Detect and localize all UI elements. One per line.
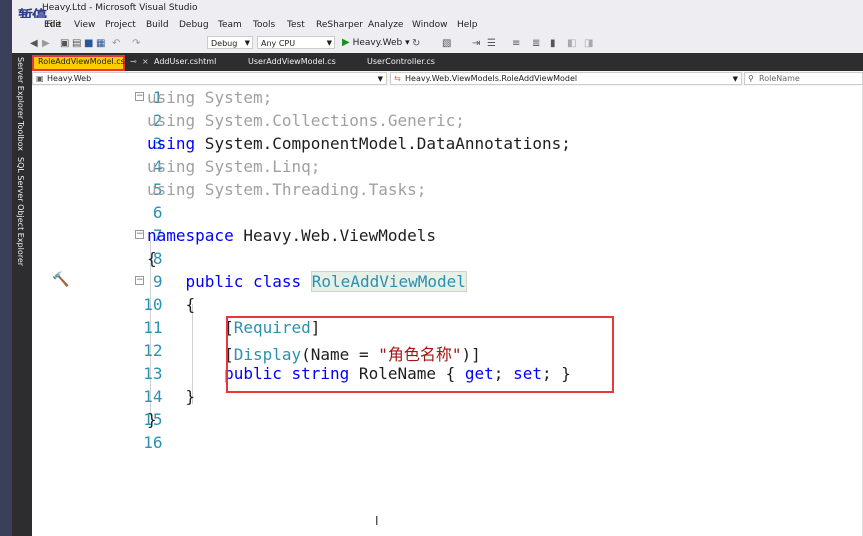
- tab-adduser[interactable]: AddUser.cshtml: [150, 55, 244, 69]
- sql-object-explorer-tab[interactable]: SQL Server Object Explorer: [16, 157, 25, 266]
- menu-resharper[interactable]: ReSharper: [316, 20, 363, 30]
- menu-window[interactable]: Window: [412, 20, 448, 30]
- tab-useraddviewmodel[interactable]: UserAddViewModel.cs: [244, 55, 358, 69]
- property-icon: ⚲: [748, 74, 754, 83]
- menu-build[interactable]: Build: [146, 20, 169, 30]
- code-editor[interactable]: 1 − using System; 2 using System.Collect…: [32, 86, 863, 536]
- menu-edit[interactable]: Edit: [44, 20, 61, 30]
- save-icon[interactable]: ■: [84, 38, 93, 49]
- tab-usercontroller[interactable]: UserController.cs: [363, 55, 467, 69]
- undo-icon[interactable]: ↶: [112, 38, 120, 49]
- desktop-left-strip: [0, 0, 12, 536]
- document-tabs: RoleAddViewModel.cs ⊸ × AddUser.cshtml U…: [32, 53, 863, 71]
- code-line: 4 using System.Linq;: [147, 157, 321, 176]
- class-icon: ⇆: [394, 74, 401, 83]
- tool-sidebar: Server Explorer Toolbox SQL Server Objec…: [12, 53, 32, 536]
- run-button[interactable]: ▶ Heavy.Web ▾: [342, 37, 410, 48]
- code-line: 9 − public class RoleAddViewModel: [135, 271, 467, 292]
- bookmark-next-icon[interactable]: ◨: [584, 38, 593, 49]
- code-line: 2 using System.Collections.Generic;: [147, 111, 465, 130]
- menu-help[interactable]: Help: [457, 20, 478, 30]
- text-cursor-icon: I: [375, 514, 379, 528]
- step-icon[interactable]: ⇥: [472, 38, 480, 49]
- browser-icon[interactable]: ▧: [442, 38, 451, 49]
- code-line: 10 {: [143, 295, 196, 314]
- indent-icon[interactable]: ≡: [512, 38, 520, 49]
- collapse-icon[interactable]: −: [135, 230, 144, 239]
- tab-roleaddviewmodel[interactable]: RoleAddViewModel.cs: [32, 55, 125, 71]
- code-line: 15 }: [143, 410, 163, 429]
- code-line: 3 using System.ComponentModel.DataAnnota…: [147, 134, 571, 153]
- back-icon[interactable]: ◀: [30, 38, 38, 49]
- menu-analyze[interactable]: Analyze: [368, 20, 403, 30]
- chevron-down-icon: ▼: [377, 75, 383, 83]
- code-line: 1 − using System;: [135, 88, 273, 107]
- redo-icon[interactable]: ↷: [132, 38, 140, 49]
- play-icon: ▶: [342, 37, 350, 48]
- menu-team[interactable]: Team: [218, 20, 242, 30]
- class-name-highlight: RoleAddViewModel: [310, 271, 467, 292]
- new-project-icon[interactable]: ▣: [60, 38, 69, 49]
- project-dropdown[interactable]: ▣ Heavy.Web ▼: [32, 72, 387, 85]
- menu-view[interactable]: View: [74, 20, 95, 30]
- toolbox-tab[interactable]: Toolbox: [16, 121, 25, 151]
- code-line: 7 − namespace Heavy.Web.ViewModels: [135, 226, 436, 245]
- code-line: 5 using System.Threading.Tasks;: [147, 180, 427, 199]
- menu-debug[interactable]: Debug: [179, 20, 209, 30]
- menu-bar: File Edit View Project Build Debug Team …: [12, 18, 863, 33]
- menu-tools[interactable]: Tools: [253, 20, 275, 30]
- server-explorer-tab[interactable]: Server Explorer: [16, 57, 25, 119]
- menu-test[interactable]: Test: [287, 20, 305, 30]
- code-line: 6: [152, 203, 163, 222]
- navigation-bar: ▣ Heavy.Web ▼ ⇆ Heavy.Web.ViewModels.Role…: [32, 71, 863, 87]
- highlight-annotation-box: [226, 316, 614, 393]
- collapse-icon[interactable]: −: [135, 92, 144, 101]
- align-icon[interactable]: ☰: [487, 38, 496, 49]
- save-all-icon[interactable]: ▦: [96, 38, 105, 49]
- bookmark-icon[interactable]: ▮: [550, 38, 556, 49]
- member-dropdown[interactable]: ⚲ RoleName: [744, 72, 863, 85]
- chevron-down-icon: ▼: [326, 39, 332, 47]
- open-icon[interactable]: ▤: [72, 38, 81, 49]
- chevron-down-icon: ▼: [244, 39, 250, 47]
- code-line: 16: [143, 433, 163, 452]
- config-select[interactable]: Debug ▼: [207, 36, 253, 49]
- chevron-down-icon: ▼: [732, 75, 738, 83]
- project-icon: ▣: [36, 74, 44, 83]
- forward-icon[interactable]: ▶: [42, 38, 50, 49]
- hammer-icon[interactable]: 🔨: [52, 272, 69, 288]
- code-line: 8 {: [147, 249, 163, 268]
- class-dropdown[interactable]: ⇆ Heavy.Web.ViewModels.RoleAddViewModel ▼: [390, 72, 742, 85]
- bookmark-prev-icon[interactable]: ◧: [567, 38, 576, 49]
- window-title: Heavy.Ltd - Microsoft Visual Studio: [42, 3, 198, 13]
- comment-icon[interactable]: ≣: [532, 38, 540, 49]
- collapse-icon[interactable]: −: [135, 276, 144, 285]
- refresh-icon[interactable]: ↻: [412, 38, 420, 49]
- toolbar: ◀ ▶ ▣ ▤ ■ ▦ ↶ ↷ Debug ▼ Any CPU ▼ ▶ Heavy.…: [12, 33, 863, 54]
- platform-select[interactable]: Any CPU ▼: [257, 36, 335, 49]
- menu-project[interactable]: Project: [105, 20, 136, 30]
- title-bar: Heavy.Ltd - Microsoft Visual Studio: [12, 0, 863, 18]
